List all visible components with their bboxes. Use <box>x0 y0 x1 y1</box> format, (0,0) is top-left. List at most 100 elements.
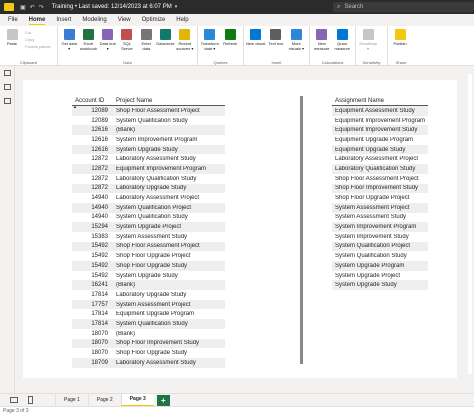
table-row[interactable]: 17757 System Assessment Project <box>72 299 225 310</box>
tab-home[interactable]: Home <box>28 16 46 25</box>
tab-help[interactable]: Help <box>176 16 188 24</box>
power-bi-logo-icon <box>4 3 14 11</box>
copy-button[interactable]: Copy <box>25 37 51 42</box>
undo-icon[interactable]: ↶ <box>30 4 35 11</box>
column-header-account-id[interactable]: Account ID ▲ <box>72 98 112 109</box>
publish-icon <box>394 29 406 40</box>
account-id-cell: 12872 <box>91 185 108 192</box>
table-row[interactable]: Shop Floor Improvement Study <box>332 183 428 194</box>
tab-file[interactable]: File <box>8 16 18 24</box>
tab-page-3[interactable]: Page 3 <box>120 393 154 407</box>
table-row[interactable]: 15492 System Upgrade Study <box>72 271 225 281</box>
table-row[interactable]: Equipment Upgrade Program <box>332 135 428 145</box>
project-name-cell: System Improvement Program <box>116 136 198 143</box>
data-group: Get data ▾ Excel workbook Data hub ▾ SQL… <box>58 26 198 66</box>
table-row[interactable]: 15383 System Assessment Study <box>72 232 225 242</box>
table-row[interactable]: 17814 Laboratory Upgrade Study <box>72 290 225 300</box>
data-group-label: Data <box>123 60 132 65</box>
save-icon[interactable]: ▣ <box>20 4 26 11</box>
table-row[interactable]: Equipment Improvement Program <box>332 116 428 126</box>
project-name-cell: System Qualification Project <box>116 204 192 211</box>
tab-page-1[interactable]: Page 1 <box>55 393 88 407</box>
document-title[interactable]: Training • Last saved: 12/14/2023 at 6:0… <box>52 4 172 10</box>
table-row[interactable]: 14940 Laboratory Assessment Project <box>72 193 225 203</box>
table-row[interactable]: Shop Floor Upgrade Project <box>332 193 428 203</box>
table-row[interactable]: 15492 Shop Floor Assessment Project <box>72 241 225 252</box>
table-row[interactable]: 12872 Laboratory Assessment Study <box>72 154 225 164</box>
table-row[interactable]: System Upgrade Project <box>332 271 428 281</box>
sort-ascending-icon[interactable]: ▲ <box>73 104 77 109</box>
account-id-cell: 15492 <box>91 253 108 260</box>
format-painter-button[interactable]: Format painter <box>25 44 51 49</box>
table-row[interactable]: Laboratory Qualification Study <box>332 164 428 174</box>
tab-modeling[interactable]: Modeling <box>82 16 106 24</box>
new-measure-label: New measure <box>313 41 330 51</box>
table-row[interactable]: 14940 System Qualification Project <box>72 202 225 213</box>
desktop-layout-icon[interactable] <box>10 397 18 403</box>
table-row[interactable]: 12616 System Improvement Program <box>72 135 225 145</box>
table-row[interactable]: 12872 Equipment Improvement Program <box>72 164 225 174</box>
table-row[interactable]: 15492 Shop Floor Upgrade Project <box>72 251 225 261</box>
table-row[interactable]: 18070 Shop Floor Upgrade Study <box>72 348 225 358</box>
sensitivity-group-label: Sensitivity <box>362 60 381 65</box>
table-view-icon[interactable] <box>4 84 11 90</box>
table-row[interactable]: Laboratory Assessment Project <box>332 154 428 164</box>
table-row[interactable]: 17814 System Qualification Study <box>72 319 225 329</box>
add-page-button[interactable]: + <box>156 395 170 406</box>
table-row[interactable]: 12616 System Upgrade Study <box>72 144 225 155</box>
mobile-layout-icon[interactable] <box>28 396 33 404</box>
column-header-project-name[interactable]: Project Name <box>112 98 225 104</box>
table-row[interactable]: 18070 Shop Floor Improvement Study <box>72 338 225 349</box>
queries-group-label: Queries <box>213 60 228 65</box>
account-id-cell: 14940 <box>91 214 108 221</box>
tab-optimize[interactable]: Optimize <box>142 16 166 24</box>
project-name-cell: Laboratory Assessment Study <box>116 156 196 163</box>
table-row[interactable]: System Qualification Study <box>332 251 428 261</box>
table-row[interactable]: 18709 Laboratory Assessment Study <box>72 357 225 368</box>
account-id-cell: 17814 <box>91 320 108 327</box>
status-bar: Page 3 of 3 <box>0 406 474 415</box>
redo-icon[interactable]: ↷ <box>39 4 44 11</box>
table-row[interactable]: System Qualification Project <box>332 241 428 252</box>
tab-insert[interactable]: Insert <box>56 16 71 24</box>
table-row[interactable]: System Improvement Study <box>332 232 428 242</box>
table-row[interactable]: System Improvement Program <box>332 222 428 232</box>
table-row[interactable]: Equipment Upgrade Study <box>332 144 428 155</box>
search-input[interactable]: ⌕ Search <box>333 2 474 12</box>
account-project-table[interactable]: Account ID ▲ Project Name 12089 Shop Floo… <box>72 94 225 368</box>
table-row[interactable]: 15294 System Upgrade Project <box>72 222 225 232</box>
table-row[interactable]: 12089 System Qualification Study <box>72 116 225 126</box>
page-tabs-bar: Page 1 Page 2 Page 3 + <box>0 393 474 407</box>
table-row[interactable]: 12872 Laboratory Qualification Study <box>72 174 225 184</box>
share-group-label: Share <box>395 60 407 65</box>
cut-button[interactable]: Cut <box>25 30 51 35</box>
assignment-table[interactable]: Assignment Name Equipment Assessment Stu… <box>332 94 428 291</box>
table-row[interactable]: System Assessment Project <box>332 202 428 213</box>
table-row[interactable]: 12872 Laboratory Upgrade Study <box>72 183 225 194</box>
table-row[interactable]: 12089 Shop Floor Assessment Project <box>72 106 225 116</box>
column-header-assignment-name[interactable]: Assignment Name <box>332 98 428 104</box>
report-view-icon[interactable] <box>4 70 11 76</box>
table-row[interactable]: Equipment Assessment Study <box>332 106 428 116</box>
table-row[interactable]: 18070 (Blank) <box>72 329 225 339</box>
model-view-icon[interactable] <box>4 98 11 104</box>
vertical-scrollbar[interactable] <box>466 66 474 393</box>
project-name-cell: Laboratory Upgrade Study <box>116 185 187 192</box>
table-row[interactable]: Shop Floor Assessment Project <box>332 174 428 184</box>
table-row[interactable]: 15492 Shop Floor Upgrade Study <box>72 261 225 271</box>
tab-page-2[interactable]: Page 2 <box>87 393 121 407</box>
table-row[interactable]: System Upgrade Program <box>332 261 428 271</box>
table-row[interactable]: Equipment Improvement Study <box>332 125 428 136</box>
table-row[interactable]: 17814 Equipment Upgrade Program <box>72 309 225 319</box>
account-id-cell: 17757 <box>91 301 108 308</box>
table-row[interactable]: 14940 System Qualification Study <box>72 213 225 223</box>
table-row[interactable]: System Assessment Study <box>332 213 428 223</box>
tab-view[interactable]: View <box>118 16 131 24</box>
table-row[interactable]: 16241 (Blank) <box>72 280 225 291</box>
account-id-cell: 12616 <box>91 146 108 153</box>
table-row[interactable]: 12616 (Blank) <box>72 125 225 136</box>
refresh-label: Refresh <box>223 41 238 46</box>
title-chevron-down-icon[interactable]: ▾ <box>175 4 178 10</box>
table-row[interactable]: System Upgrade Study <box>332 280 428 291</box>
queries-group: Transform data ▾ Refresh Queries <box>198 26 244 66</box>
